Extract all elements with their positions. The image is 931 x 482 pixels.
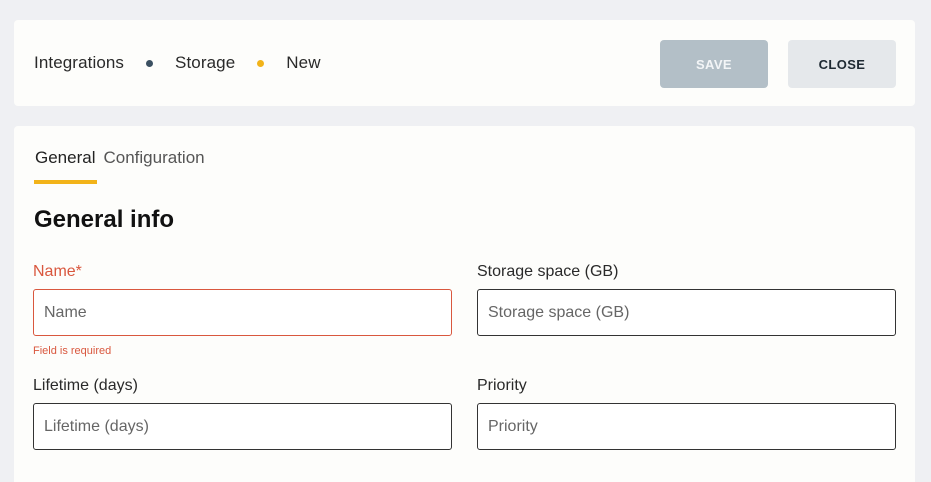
lifetime-field: Lifetime (days) Lifetime (days) (33, 377, 452, 450)
save-button[interactable]: SAVE (660, 40, 768, 88)
storage-field: Storage space (GB) Storage space (GB) (477, 263, 896, 336)
lifetime-label: Lifetime (days) (33, 377, 138, 394)
name-input[interactable]: Name (33, 289, 452, 336)
priority-field: Priority Priority (477, 377, 896, 450)
breadcrumb-item-integrations[interactable]: Integrations (34, 53, 124, 73)
tab-bar: General Configuration (34, 148, 205, 184)
breadcrumb-item-new: New (286, 53, 321, 72)
section-title: General info (34, 206, 175, 233)
tab-general[interactable]: General (34, 148, 98, 184)
breadcrumb: Integrations Storage New (34, 20, 321, 106)
breadcrumb-item-storage[interactable]: Storage (175, 53, 235, 73)
priority-input[interactable]: Priority (477, 403, 896, 450)
storage-input[interactable]: Storage space (GB) (477, 289, 896, 336)
breadcrumb-separator-dot (257, 59, 265, 67)
lifetime-input[interactable]: Lifetime (days) (33, 403, 452, 450)
priority-label: Priority (477, 377, 527, 394)
name-error-message: Field is required (33, 345, 112, 357)
tab-configuration[interactable]: Configuration (103, 148, 204, 184)
top-bar: Integrations Storage New SAVE CLOSE (14, 20, 915, 106)
form-panel: General Configuration General info Name*… (14, 126, 915, 482)
close-button[interactable]: CLOSE (788, 40, 896, 88)
name-label: Name* (33, 263, 82, 280)
breadcrumb-separator-dot (146, 59, 154, 67)
name-field: Name* Name Field is required (33, 263, 452, 357)
storage-label: Storage space (GB) (477, 263, 619, 280)
